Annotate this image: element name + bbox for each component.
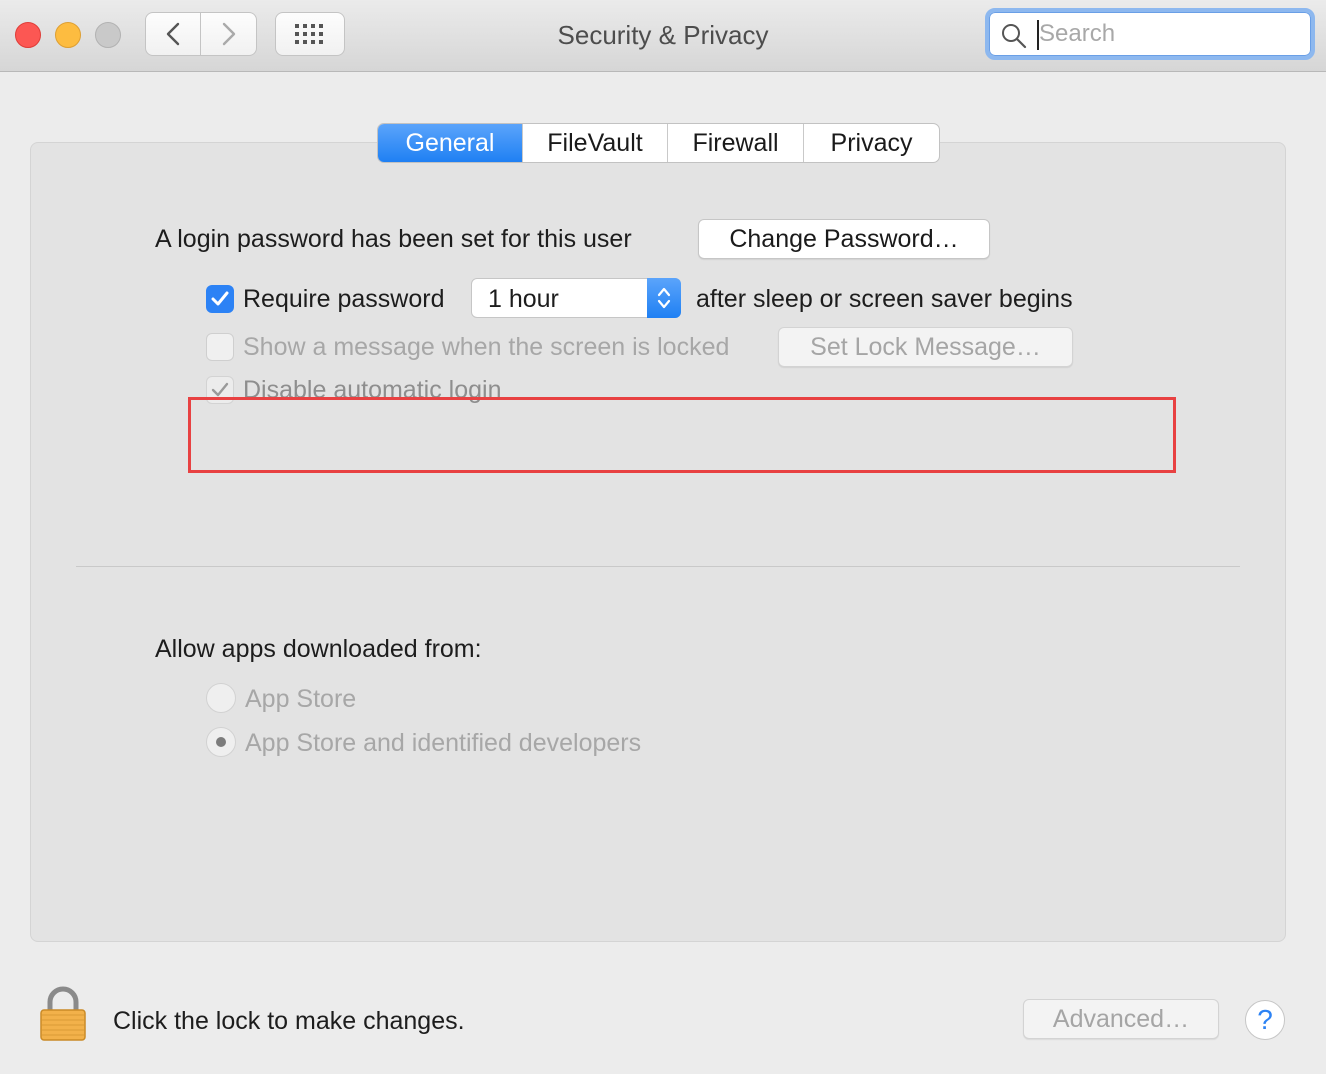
login-password-text: A login password has been set for this u…: [155, 225, 632, 253]
tab-privacy[interactable]: Privacy: [803, 124, 939, 162]
change-password-button[interactable]: Change Password…: [698, 219, 990, 259]
content-panel: [30, 142, 1286, 942]
allow-apps-heading: Allow apps downloaded from:: [155, 635, 482, 663]
checkmark-icon: [211, 291, 229, 306]
set-lock-message-button[interactable]: Set Lock Message…: [778, 327, 1073, 367]
tab-firewall[interactable]: Firewall: [667, 124, 803, 162]
help-button[interactable]: ?: [1245, 1000, 1285, 1040]
require-password-checkbox[interactable]: [206, 285, 234, 313]
checkmark-icon: [211, 382, 229, 397]
radio-app-store[interactable]: [206, 683, 236, 713]
radio-app-store-identified-label: App Store and identified developers: [245, 729, 642, 757]
search-input[interactable]: [1039, 18, 1289, 50]
after-sleep-text: after sleep or screen saver begins: [696, 285, 1073, 313]
require-password-label: Require password: [243, 285, 445, 313]
stepper-icon: [647, 278, 681, 318]
lock-icon[interactable]: [38, 986, 88, 1047]
tab-general[interactable]: General: [378, 124, 522, 162]
title-bar: Security & Privacy: [0, 0, 1326, 72]
show-message-label: Show a message when the screen is locked: [243, 333, 730, 361]
select-value: 1 hour: [488, 285, 559, 313]
lock-text: Click the lock to make changes.: [113, 1007, 465, 1035]
show-message-checkbox[interactable]: [206, 333, 234, 361]
highlight-box: [188, 397, 1176, 473]
radio-app-store-label: App Store: [245, 685, 357, 713]
tab-bar: General FileVault Firewall Privacy: [377, 123, 940, 163]
section-divider: [76, 566, 1240, 567]
search-field[interactable]: [985, 8, 1315, 60]
advanced-button[interactable]: Advanced…: [1023, 999, 1219, 1039]
tab-filevault[interactable]: FileVault: [522, 124, 667, 162]
radio-selected-dot: [216, 737, 226, 747]
radio-app-store-identified[interactable]: [206, 727, 236, 757]
search-icon: [1002, 24, 1027, 49]
require-password-select[interactable]: 1 hour: [471, 278, 681, 318]
